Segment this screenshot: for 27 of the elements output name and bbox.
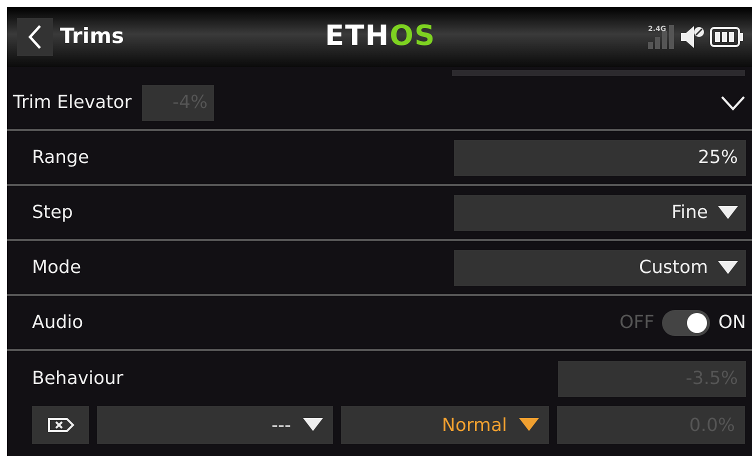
dropdown[interactable]: Custom	[454, 250, 746, 286]
signal-bars-icon	[648, 25, 676, 49]
source-dropdown[interactable]: ---	[97, 406, 333, 444]
backspace-icon	[46, 417, 74, 433]
on-label: ON	[718, 311, 746, 335]
field-label: Behaviour	[32, 367, 124, 391]
field-label: Mode	[32, 256, 82, 280]
dropdown-triangle-icon	[303, 418, 323, 432]
field-label: Audio	[32, 311, 84, 335]
field-label: Step	[32, 201, 73, 225]
value-field[interactable]: 25%	[454, 140, 746, 176]
mode-dropdown[interactable]: Normal	[341, 406, 549, 444]
screen-title: Trims	[60, 23, 124, 50]
dropdown-triangle-icon	[718, 206, 738, 220]
dropdown-triangle-icon	[718, 260, 738, 274]
chevron-icon[interactable]	[720, 94, 746, 110]
section-label: Trim Elevator	[13, 91, 132, 115]
off-label: OFF	[619, 311, 654, 335]
dropdown[interactable]: Fine	[454, 194, 746, 230]
speaker-muted-icon	[680, 25, 706, 49]
battery-icon	[710, 27, 744, 47]
back-button[interactable]	[17, 18, 53, 56]
logo-text: ETHOS	[325, 22, 436, 50]
field-label: Range	[32, 146, 90, 170]
clear-button[interactable]	[32, 406, 89, 444]
toggle-switch[interactable]	[662, 310, 710, 336]
dropdown-triangle-icon	[519, 418, 539, 432]
